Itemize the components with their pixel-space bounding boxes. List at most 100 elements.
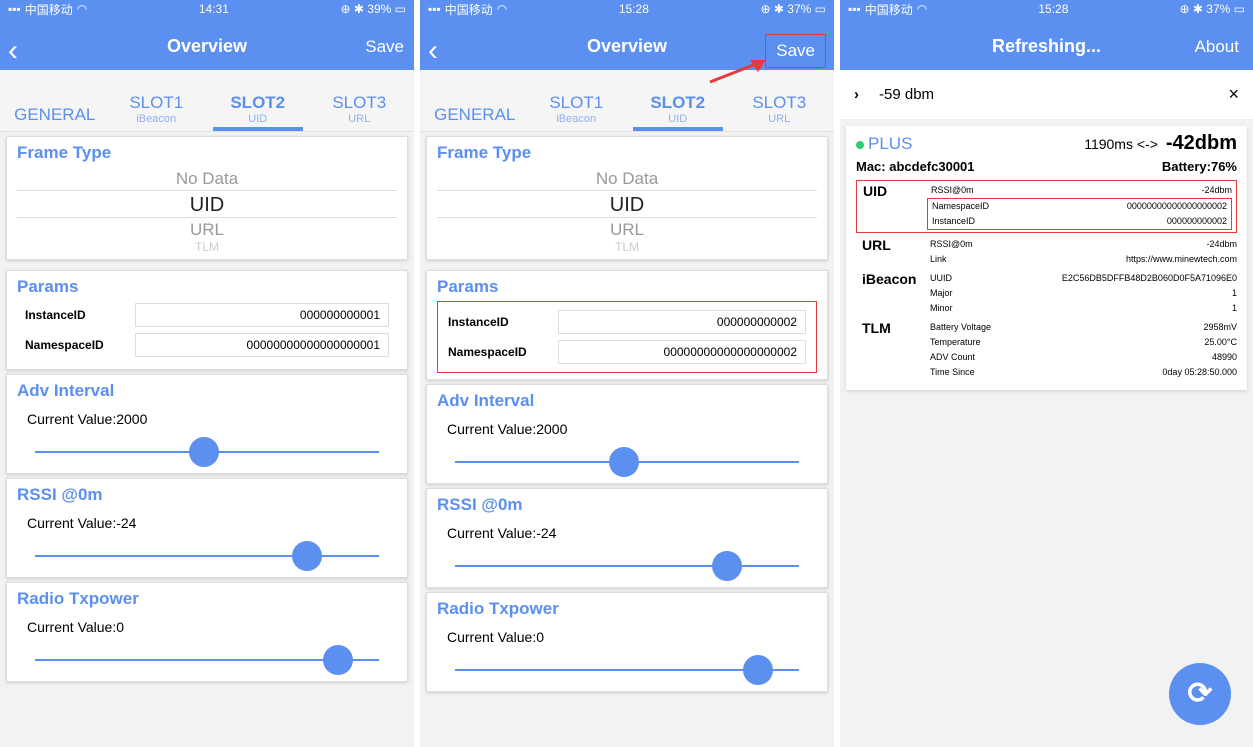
slider-thumb[interactable] — [189, 437, 219, 467]
frame-type-picker[interactable]: No Data UID URL TLM — [17, 167, 397, 253]
txpower-card: Radio Txpower Current Value:0 — [426, 592, 828, 692]
txpower-slider[interactable] — [455, 645, 799, 685]
picker-option[interactable]: TLM — [437, 241, 817, 253]
namespace-id-field[interactable]: 00000000000000000002 — [558, 340, 806, 364]
phone-screen-slot2-after: ▪▪▪ 中国移动 ◠ 15:28 ⊕ ✱ 37% ▭ ‹ Overview Sa… — [420, 0, 834, 747]
picker-option[interactable]: TLM — [17, 241, 397, 253]
instance-id-field[interactable]: 000000000001 — [135, 303, 389, 327]
battery-indicator: ⊕ ✱ 39% ▭ — [340, 2, 406, 16]
picker-option[interactable]: No Data — [437, 167, 817, 190]
picker-option-selected[interactable]: UID — [17, 190, 397, 218]
adv-interval-slider[interactable] — [35, 427, 379, 467]
rssi-value: Current Value:-24 — [27, 515, 137, 531]
status-bar: ▪▪▪ 中国移动 ◠ 14:31 ⊕ ✱ 39% ▭ — [0, 0, 414, 18]
frame-name: TLM — [862, 320, 891, 336]
namespace-id-field[interactable]: 00000000000000000001 — [135, 333, 389, 357]
rssi-filter-bar[interactable]: › -59 dbm × — [840, 70, 1253, 120]
namespace-id-label: NamespaceID — [448, 345, 527, 359]
tab-slot1[interactable]: SLOT1 iBeacon — [531, 93, 621, 131]
status-dot-icon — [856, 141, 864, 149]
tab-slot2[interactable]: SLOT2 UID — [212, 93, 303, 131]
slider-thumb[interactable] — [292, 541, 322, 571]
picker-option[interactable]: No Data — [17, 167, 397, 190]
tab-general[interactable]: GENERAL — [430, 105, 520, 131]
battery-indicator: ⊕ ✱ 37% ▭ — [1179, 2, 1245, 16]
url-frame: URL RSSI@0m -24dbm Link https://www.minewt… — [856, 237, 1237, 267]
txpower-slider[interactable] — [35, 635, 379, 675]
device-interval: 1190ms <-> — [1084, 136, 1158, 152]
adv-interval-card: Adv Interval Current Value:2000 — [426, 384, 828, 484]
adv-interval-value: Current Value:2000 — [447, 421, 568, 437]
rssi-slider[interactable] — [35, 531, 379, 571]
params-highlight-box: InstanceID 000000000002 NamespaceID 000000… — [437, 301, 817, 373]
carrier-label: ▪▪▪ 中国移动 ◠ — [848, 2, 928, 17]
ibeacon-frame: iBeacon UUID E2C56DB5DFFB48D2B060D0F5A710… — [856, 271, 1237, 316]
save-button[interactable]: Save — [365, 37, 404, 57]
save-button[interactable]: Save — [765, 34, 826, 68]
battery-indicator: ⊕ ✱ 37% ▭ — [760, 2, 826, 16]
adv-interval-title: Adv Interval — [437, 391, 535, 410]
device-mac-row: Mac: abcdefc30001 Battery:76% — [856, 159, 1237, 174]
adv-interval-slider[interactable] — [455, 437, 799, 477]
carrier-label: ▪▪▪ 中国移动 ◠ — [8, 2, 88, 17]
status-bar: ▪▪▪ 中国移动 ◠ 15:28 ⊕ ✱ 37% ▭ — [840, 0, 1253, 18]
rssi-slider[interactable] — [455, 541, 799, 581]
slider-thumb[interactable] — [609, 447, 639, 477]
nav-bar: ‹ Overview Save — [0, 18, 414, 70]
params-title: Params — [437, 277, 499, 296]
tlm-frame: TLM Battery Voltage 2958mV Temperature 25.… — [856, 320, 1237, 380]
wifi-icon: ◠ — [76, 2, 88, 16]
device-header: PLUS 1190ms <-> -42dbm — [856, 132, 1237, 155]
tab-slot1[interactable]: SLOT1 iBeacon — [111, 93, 201, 131]
txpower-value: Current Value:0 — [447, 629, 545, 645]
txpower-card: Radio Txpower Current Value:0 — [6, 582, 408, 682]
wifi-icon: ◠ — [496, 2, 508, 16]
refresh-icon[interactable]: ⟳ — [1169, 663, 1231, 725]
instance-id-field[interactable]: 000000000002 — [558, 310, 806, 334]
slider-thumb[interactable] — [743, 655, 773, 685]
params-title: Params — [17, 277, 79, 296]
tab-slot3[interactable]: SLOT3 URL — [734, 93, 824, 131]
rssi-card: RSSI @0m Current Value:-24 — [6, 478, 408, 578]
nav-bar: Refreshing... About — [840, 18, 1253, 70]
slider-thumb[interactable] — [323, 645, 353, 675]
frame-name: iBeacon — [862, 271, 917, 287]
device-card[interactable]: PLUS 1190ms <-> -42dbm Mac: abcdefc30001… — [846, 126, 1247, 390]
page-title: Overview — [166, 36, 248, 56]
params-card: Params InstanceID 000000000001 NamespaceI… — [6, 270, 408, 370]
page-title: Refreshing... — [991, 36, 1102, 56]
picker-option[interactable]: URL — [437, 218, 817, 241]
tab-slot3[interactable]: SLOT3 URL — [314, 93, 404, 131]
tab-slot2[interactable]: SLOT2 UID — [632, 93, 723, 131]
rssi-filter-value: -59 dbm — [879, 86, 935, 103]
phone-screen-slot2-before: ▪▪▪ 中国移动 ◠ 14:31 ⊕ ✱ 39% ▭ ‹ Overview Sa… — [0, 0, 414, 747]
chevron-right-icon[interactable]: › — [854, 86, 859, 103]
wifi-icon: ◠ — [916, 2, 928, 16]
close-icon[interactable]: × — [1228, 84, 1239, 105]
slot-tabs: GENERAL SLOT1 iBeacon SLOT2 UID SLOT3 URL — [0, 70, 414, 132]
status-time: 14:31 — [198, 2, 229, 16]
frame-type-picker[interactable]: No Data UID URL TLM — [437, 167, 817, 253]
device-rssi: -42dbm — [1165, 132, 1237, 154]
rssi-title: RSSI @0m — [437, 495, 523, 514]
red-arrow-icon — [709, 60, 766, 84]
namespace-id-label: NamespaceID — [25, 338, 104, 352]
instance-id-label: InstanceID — [448, 315, 509, 329]
txpower-title: Radio Txpower — [17, 589, 139, 608]
tab-general[interactable]: GENERAL — [10, 105, 100, 131]
adv-interval-value: Current Value:2000 — [27, 411, 148, 427]
adv-interval-title: Adv Interval — [17, 381, 115, 400]
picker-option-selected[interactable]: UID — [437, 190, 817, 218]
phone-screen-scan-list: ▪▪▪ 中国移动 ◠ 15:28 ⊕ ✱ 37% ▭ Refreshing...… — [840, 0, 1253, 747]
slider-thumb[interactable] — [712, 551, 742, 581]
picker-option[interactable]: URL — [17, 218, 397, 241]
device-name: PLUS — [856, 134, 912, 154]
status-time: 15:28 — [618, 2, 649, 16]
slot-tabs: GENERAL SLOT1 iBeacon SLOT2 UID SLOT3 URL — [420, 70, 834, 132]
about-button[interactable]: About — [1195, 37, 1239, 57]
frame-name: UID — [863, 183, 888, 199]
frame-type-title: Frame Type — [17, 143, 112, 162]
device-battery: Battery:76% — [1161, 159, 1237, 174]
nav-bar: ‹ Overview Save — [420, 18, 834, 84]
params-card: Params InstanceID 000000000002 NamespaceI… — [426, 270, 828, 380]
